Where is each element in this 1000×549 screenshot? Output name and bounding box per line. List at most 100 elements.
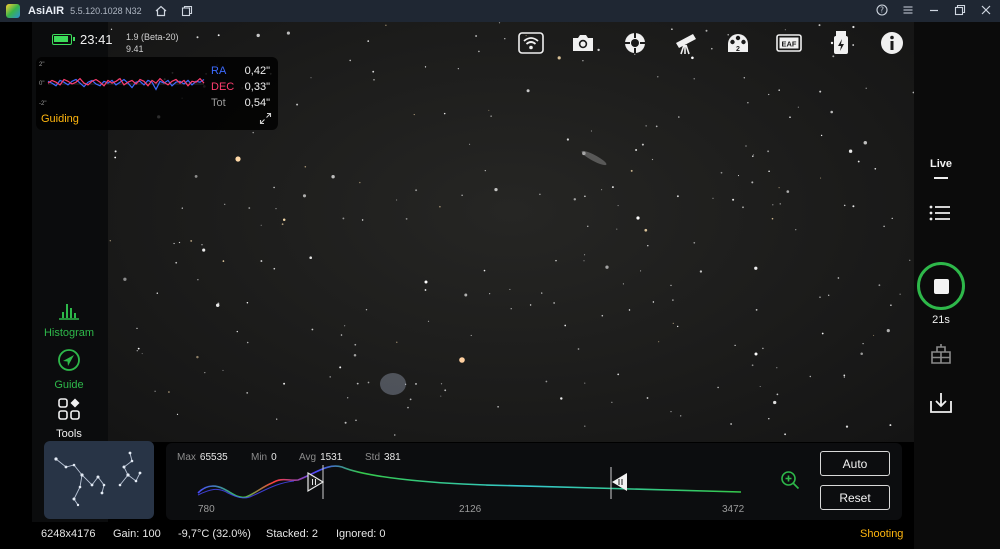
star xyxy=(672,299,674,301)
star xyxy=(647,245,649,247)
star xyxy=(863,140,868,145)
star xyxy=(114,156,117,159)
star xyxy=(202,248,206,252)
guide-tool[interactable]: Guide xyxy=(36,348,102,391)
save-download-icon[interactable] xyxy=(929,391,953,420)
star xyxy=(252,131,254,134)
star xyxy=(587,225,589,227)
star xyxy=(878,284,881,287)
star xyxy=(217,34,220,37)
star xyxy=(136,327,138,330)
star xyxy=(353,354,357,357)
star xyxy=(821,332,824,335)
multi-window-icon[interactable] xyxy=(180,4,194,18)
home-icon[interactable] xyxy=(154,4,168,18)
telescope-icon[interactable] xyxy=(672,30,700,56)
help-icon[interactable]: ? xyxy=(876,3,888,19)
spiral-galaxy xyxy=(380,373,406,395)
eaf-icon[interactable]: EAF xyxy=(775,30,803,56)
star xyxy=(691,56,694,60)
star xyxy=(196,355,199,359)
star xyxy=(246,341,249,344)
black-point-slider[interactable] xyxy=(307,471,325,493)
star xyxy=(484,170,486,172)
reset-button[interactable]: Reset xyxy=(820,485,890,510)
live-tab[interactable]: Live xyxy=(928,158,954,170)
star xyxy=(772,204,774,206)
close-icon[interactable] xyxy=(980,4,992,19)
star xyxy=(635,149,638,151)
stacking-icon[interactable] xyxy=(929,343,953,370)
star xyxy=(136,349,139,352)
star xyxy=(630,169,633,172)
star xyxy=(773,400,777,405)
star xyxy=(222,369,224,371)
histogram-tool[interactable]: Histogram xyxy=(36,300,102,339)
star xyxy=(489,293,491,295)
restore-icon[interactable] xyxy=(954,4,966,19)
star xyxy=(557,56,561,60)
star xyxy=(373,79,375,81)
star xyxy=(276,418,278,420)
star xyxy=(874,167,877,170)
star xyxy=(396,341,398,343)
star xyxy=(173,242,175,245)
hist-axis-mid: 2126 xyxy=(459,504,482,515)
star xyxy=(176,413,179,416)
star xyxy=(809,375,812,378)
star xyxy=(759,385,761,388)
star xyxy=(605,265,609,269)
guide-label: Guide xyxy=(54,379,84,391)
usb-power-icon[interactable] xyxy=(827,30,855,56)
star xyxy=(566,138,570,141)
star xyxy=(730,423,732,425)
star xyxy=(222,260,225,262)
auto-stretch-button[interactable]: Auto xyxy=(820,451,890,476)
star xyxy=(617,373,620,376)
guide-scope-icon[interactable] xyxy=(621,30,649,56)
star xyxy=(283,382,286,385)
star xyxy=(539,193,541,196)
minimize-icon[interactable] xyxy=(928,4,940,19)
star xyxy=(732,198,735,201)
star xyxy=(246,302,249,304)
info-icon[interactable] xyxy=(878,30,906,56)
star xyxy=(541,292,543,294)
stacked-count: Stacked: 2 xyxy=(266,528,318,540)
star xyxy=(217,302,220,305)
star xyxy=(236,330,238,333)
menu-icon[interactable] xyxy=(902,4,914,19)
star xyxy=(784,433,787,436)
star xyxy=(843,204,846,207)
star xyxy=(644,228,648,232)
star xyxy=(751,181,754,184)
app-logo-icon xyxy=(6,4,20,18)
tools-tool[interactable]: Tools xyxy=(36,397,102,440)
star xyxy=(577,348,580,350)
wifi-icon[interactable] xyxy=(517,30,545,56)
firmware-version: 1.9 (Beta-20) 9.41 xyxy=(126,31,179,55)
stop-capture-button[interactable] xyxy=(917,262,965,310)
star xyxy=(843,374,846,377)
star xyxy=(640,270,642,272)
sky-atlas-thumbnail[interactable] xyxy=(44,441,154,519)
camera-icon[interactable] xyxy=(569,30,597,56)
star xyxy=(443,112,446,115)
star xyxy=(819,296,821,298)
star xyxy=(677,325,679,328)
star xyxy=(616,228,618,230)
filter-wheel-icon[interactable]: 2 xyxy=(724,30,752,56)
tools-icon xyxy=(58,398,80,420)
clock: 23:41 xyxy=(80,32,113,47)
star xyxy=(444,389,447,392)
list-icon[interactable] xyxy=(928,203,952,228)
star xyxy=(424,289,427,291)
star xyxy=(248,207,251,209)
filter-number: 2 xyxy=(736,46,740,53)
star xyxy=(711,47,713,50)
guiding-panel[interactable]: 2" 0" -2" RA 0,42" DEC 0,33" Tot 0,54" G… xyxy=(36,57,278,130)
star xyxy=(601,189,603,191)
star xyxy=(646,397,649,399)
star xyxy=(344,325,346,327)
expand-icon[interactable] xyxy=(259,112,273,126)
